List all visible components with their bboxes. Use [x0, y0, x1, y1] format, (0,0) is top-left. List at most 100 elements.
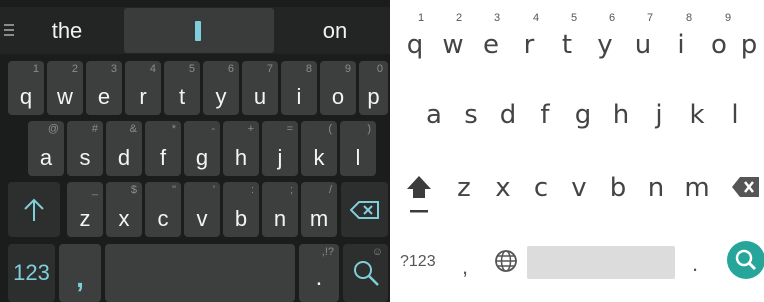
key-number-hint: 1 [418, 12, 425, 24]
key-hint: ( [328, 123, 332, 135]
key-t[interactable]: 5t [164, 61, 200, 115]
key-b[interactable]: b [601, 173, 635, 203]
key-x[interactable]: $ x [106, 182, 142, 237]
shift-icon [407, 176, 431, 213]
backspace-key[interactable] [731, 175, 761, 199]
menu-icon[interactable] [4, 24, 16, 36]
key-z[interactable]: z [447, 173, 481, 203]
key-o[interactable]: 9o [320, 61, 356, 115]
key-a[interactable]: @ a [28, 121, 64, 176]
key-n[interactable]: n [639, 173, 673, 203]
key-l[interactable]: l [718, 100, 752, 130]
key-l[interactable]: ) l [340, 121, 376, 176]
key-v[interactable]: v [562, 173, 596, 203]
key-w[interactable]: 2w [47, 61, 83, 115]
key-s[interactable]: s [454, 100, 488, 130]
key-label: l [355, 145, 361, 170]
key-hint: $ [130, 184, 137, 196]
key-w[interactable]: w [436, 30, 470, 60]
key-u[interactable]: u [626, 30, 660, 60]
key-p[interactable]: p [734, 30, 764, 60]
key-q[interactable]: q [398, 30, 432, 60]
key-c[interactable]: " c [145, 182, 181, 237]
key-label: j [277, 145, 283, 170]
key-k[interactable]: k [680, 100, 714, 130]
key-hint: / [328, 184, 332, 196]
backspace-key[interactable] [341, 182, 388, 237]
key-hint: # [91, 123, 98, 135]
key-label: a [39, 145, 53, 170]
comma-key[interactable]: , [462, 254, 468, 280]
shift-key[interactable] [404, 172, 434, 216]
key-v[interactable]: ' v [184, 182, 220, 237]
key-i[interactable]: 8i [281, 61, 317, 115]
key-hint: : [250, 184, 254, 196]
key-hint: = [286, 123, 293, 135]
text-cursor-icon [195, 21, 201, 41]
key-label: u [253, 84, 267, 109]
key-label: y [215, 84, 227, 109]
key-e[interactable]: e [474, 30, 508, 60]
key-k[interactable]: (k [301, 121, 337, 176]
key-e[interactable]: 3e [86, 61, 122, 115]
period-label: . [315, 264, 323, 291]
key-h[interactable]: h [604, 100, 638, 130]
key-label: x [118, 206, 130, 231]
key-label: c [157, 206, 169, 231]
key-p[interactable]: 0p [359, 61, 388, 115]
search-key[interactable]: ☺ [343, 244, 388, 302]
key-f[interactable]: * f [145, 121, 181, 176]
space-key[interactable] [105, 244, 295, 302]
key-c[interactable]: c [524, 173, 558, 203]
key-label: n [273, 206, 287, 231]
key-d[interactable]: & d [106, 121, 142, 176]
key-x[interactable]: x [486, 173, 520, 203]
key-r[interactable]: 4r [125, 61, 161, 115]
key-label: k [313, 145, 325, 170]
key-label: f [159, 145, 167, 170]
search-icon [735, 249, 757, 271]
globe-key[interactable] [494, 249, 518, 273]
key-y[interactable]: 6y [203, 61, 239, 115]
key-r[interactable]: r [512, 30, 546, 60]
key-t[interactable]: t [550, 30, 584, 60]
shift-key[interactable] [8, 182, 60, 237]
key-g[interactable]: g [566, 100, 600, 130]
key-b[interactable]: :b [223, 182, 259, 237]
key-n[interactable]: ; n [262, 182, 298, 237]
key-m[interactable]: m [680, 173, 714, 203]
comma-key[interactable]: , [59, 244, 101, 302]
space-key[interactable] [527, 246, 675, 279]
key-u[interactable]: 7u [242, 61, 278, 115]
symbols-key[interactable]: 123 [8, 244, 55, 302]
period-key[interactable]: ,!? . [299, 244, 339, 302]
suggestion-left[interactable]: the [22, 7, 112, 54]
key-g[interactable]: -g [184, 121, 220, 176]
period-key[interactable]: . [692, 251, 698, 277]
key-hint: ) [367, 123, 371, 135]
key-q[interactable]: 1q [8, 61, 44, 115]
key-y[interactable]: y [588, 30, 622, 60]
suggestion-right[interactable]: on [290, 7, 380, 54]
key-hint: ; [289, 184, 293, 196]
key-o[interactable]: o [702, 30, 736, 60]
key-m[interactable]: / m [301, 182, 337, 237]
key-hint: _ [91, 184, 98, 196]
key-d[interactable]: d [491, 100, 525, 130]
key-label: s [79, 145, 91, 170]
symbols-key[interactable]: ?123 [400, 253, 436, 271]
key-label: d [117, 145, 131, 170]
key-j[interactable]: = j [262, 121, 298, 176]
key-a[interactable]: a [417, 100, 451, 130]
key-j[interactable]: j [642, 100, 676, 130]
key-hint: 0 [376, 63, 383, 75]
search-key[interactable] [727, 241, 764, 279]
backspace-icon [732, 177, 759, 197]
key-number-hint: 4 [533, 12, 540, 24]
key-z[interactable]: _ z [67, 182, 103, 237]
key-f[interactable]: f [528, 100, 562, 130]
key-s[interactable]: # s [67, 121, 103, 176]
key-h[interactable]: + h [223, 121, 259, 176]
key-hint: + [247, 123, 254, 135]
key-i[interactable]: i [664, 30, 698, 60]
